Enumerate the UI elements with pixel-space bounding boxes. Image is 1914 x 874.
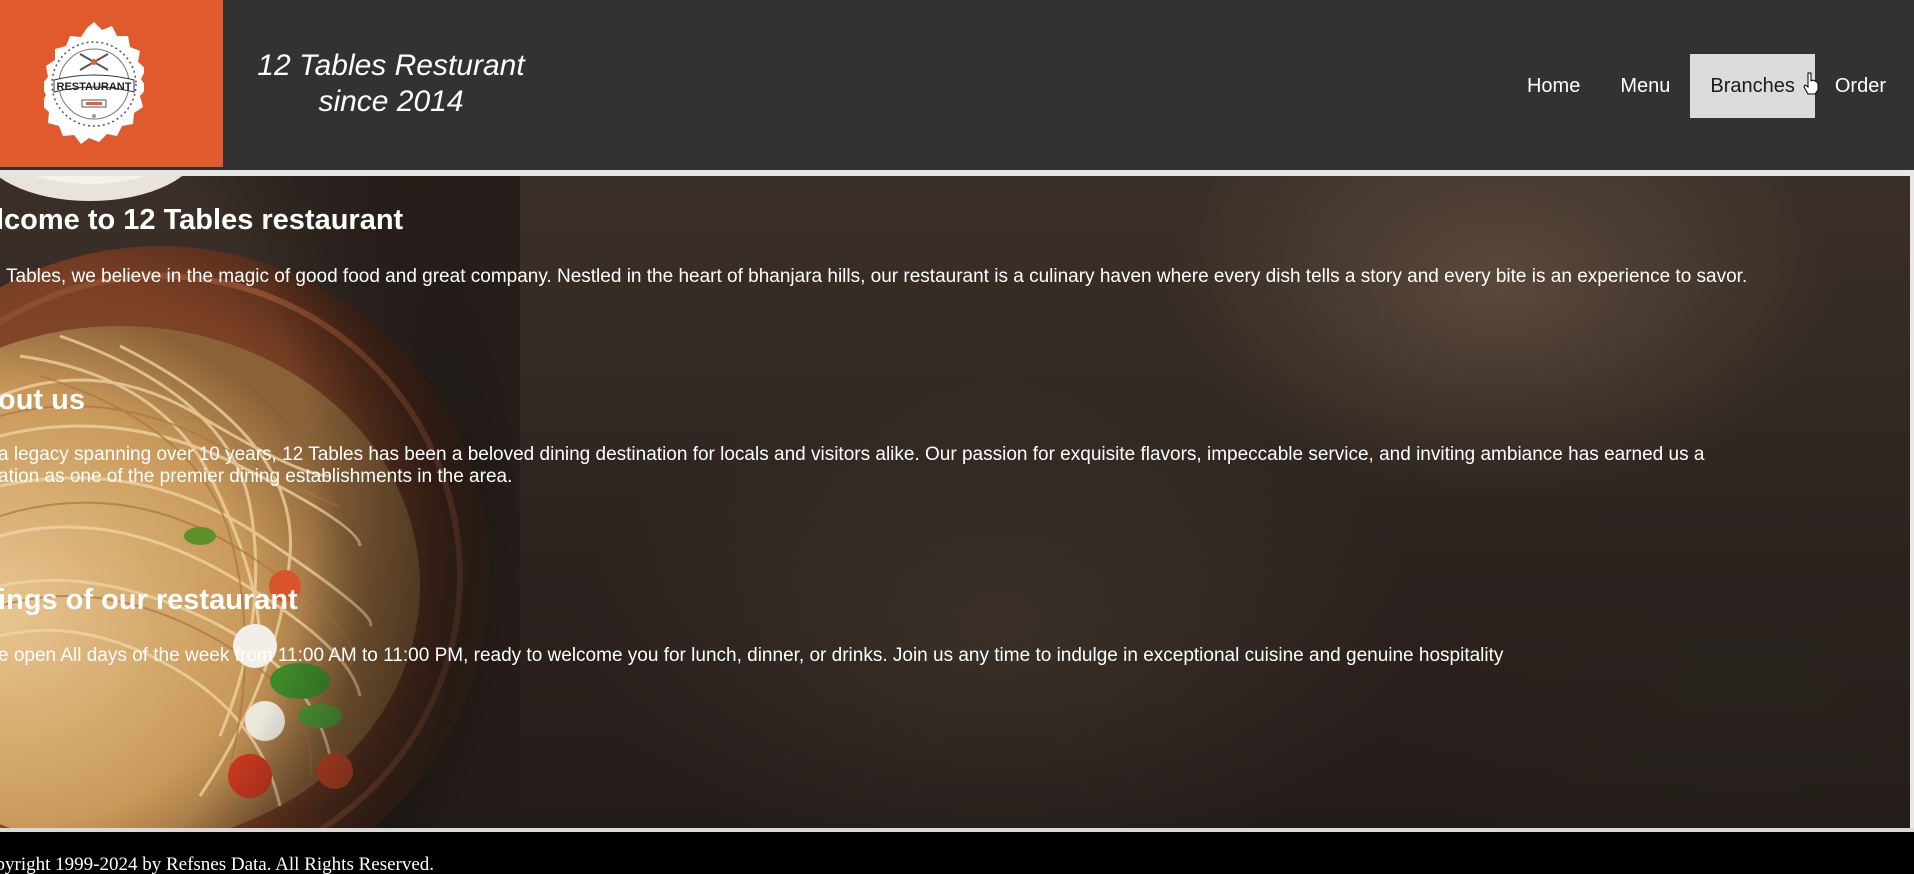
logo-container[interactable]: RESTAURANT [0,0,223,167]
restaurant-badge-icon: RESTAURANT [44,22,144,144]
brand-name: 12 Tables Resturant [257,49,525,82]
site-footer: opyright 1999-2024 by Refsnes Data. All … [0,832,1914,874]
about-text-line2: ation as one of the premier dining estab… [0,466,513,487]
restaurant-page: RESTAURANT 12 Tables Resturant since 201… [0,0,1914,874]
brand-since: since 2014 [318,85,464,118]
timings-text: e open All days of the week from 11:00 A… [0,645,1504,666]
nav-order[interactable]: Order [1815,54,1906,118]
nav-menu[interactable]: Menu [1600,54,1690,118]
nav-branches[interactable]: Branches [1690,54,1815,118]
welcome-heading: lcome to 12 Tables restaurant [0,204,404,236]
hand-pointer-icon [1803,72,1819,95]
timings-heading: ings of our restaurant [0,584,298,616]
copyright-text: opyright 1999-2024 by Refsnes Data. All … [0,854,435,874]
hero-section: lcome to 12 Tables restaurant Tables, we… [0,176,1910,828]
welcome-text: Tables, we believe in the magic of good … [6,266,1748,287]
about-text-line1: a legacy spanning over 10 years, 12 Tabl… [0,444,1705,465]
main-nav: Home Menu Branches Order [1507,54,1906,118]
about-heading: out us [0,384,85,416]
hero-right-border [1910,170,1914,830]
brand-title: 12 Tables Resturant since 2014 [246,48,536,120]
nav-home[interactable]: Home [1507,54,1600,118]
site-header: RESTAURANT 12 Tables Resturant since 201… [0,0,1914,170]
svg-text:RESTAURANT: RESTAURANT [57,81,132,93]
